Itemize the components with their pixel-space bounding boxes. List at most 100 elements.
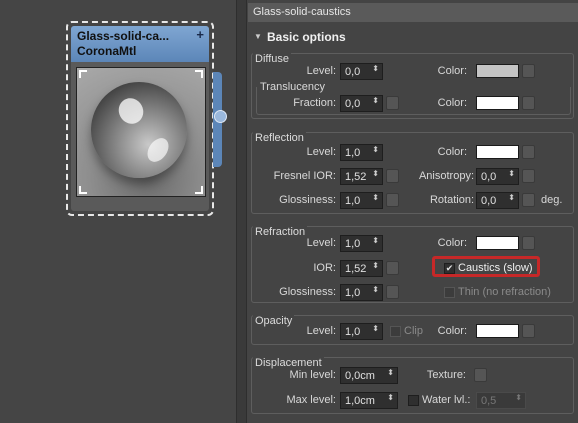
spinner-arrows-icon[interactable]: ⬍ xyxy=(372,325,379,333)
reflection-color-label: Color: xyxy=(437,146,467,158)
spinner-arrows-icon[interactable]: ⬍ xyxy=(372,170,379,178)
diffuse-level-label: Level: xyxy=(306,65,336,77)
max-level-label: Max level: xyxy=(286,394,336,406)
reflection-glossiness-value: 1,0 xyxy=(345,195,361,207)
reflection-level-value: 1,0 xyxy=(345,147,361,159)
water-level-checkbox[interactable] xyxy=(408,395,419,406)
collapse-arrow-icon[interactable]: ▼ xyxy=(254,32,262,41)
rotation-map-button[interactable] xyxy=(522,193,535,207)
spinner-arrows-icon[interactable]: ⬍ xyxy=(372,65,379,73)
refraction-glossiness-label: Glossiness: xyxy=(279,286,336,298)
anisotropy-map-button[interactable] xyxy=(522,169,535,183)
reflection-level-spinner[interactable]: 1,0 ⬍ xyxy=(340,144,383,161)
fresnel-ior-spinner[interactable]: 1,52 ⬍ xyxy=(340,168,383,185)
rotation-spinner[interactable]: 0,0 ⬍ xyxy=(476,192,519,209)
clip-label: Clip xyxy=(404,325,423,337)
refraction-level-value: 1,0 xyxy=(345,238,361,250)
preview-corner-tl xyxy=(79,70,87,78)
water-level-label: Water lvl.: xyxy=(422,394,471,406)
anisotropy-spinner[interactable]: 0,0 ⬍ xyxy=(476,168,519,185)
material-parameters-panel: Glass-solid-caustics ▼ Basic options Dif… xyxy=(248,0,578,423)
diffuse-level-value: 0,0 xyxy=(345,66,361,78)
material-node[interactable]: Glass-solid-ca... CoronaMtl + xyxy=(66,21,214,216)
fraction-spinner[interactable]: 0,0 ⬍ xyxy=(340,95,383,112)
refraction-level-label: Level: xyxy=(306,237,336,249)
sphere-highlight xyxy=(114,93,148,129)
translucency-map-button[interactable] xyxy=(522,96,535,110)
material-node-body[interactable]: Glass-solid-ca... CoronaMtl + xyxy=(71,26,209,211)
water-level-spinner[interactable]: 0,5 ⬍ xyxy=(476,392,526,409)
refraction-level-spinner[interactable]: 1,0 ⬍ xyxy=(340,235,383,252)
spinner-arrows-icon[interactable]: ⬍ xyxy=(515,394,522,402)
preview-corner-tr xyxy=(195,70,203,78)
fraction-map-button[interactable] xyxy=(386,96,399,110)
spinner-arrows-icon[interactable]: ⬍ xyxy=(372,262,379,270)
refraction-glossiness-map-button[interactable] xyxy=(386,285,399,299)
spinner-arrows-icon[interactable]: ⬍ xyxy=(372,194,379,202)
refraction-color-swatch[interactable] xyxy=(476,236,519,250)
fresnel-map-button[interactable] xyxy=(386,169,399,183)
refraction-glossiness-spinner[interactable]: 1,0 ⬍ xyxy=(340,284,383,301)
ior-spinner[interactable]: 1,52 ⬍ xyxy=(340,260,383,277)
refraction-map-button[interactable] xyxy=(522,236,535,250)
diffuse-level-spinner[interactable]: 0,0 ⬍ xyxy=(340,63,383,80)
spinner-arrows-icon[interactable]: ⬍ xyxy=(372,286,379,294)
reflection-color-swatch[interactable] xyxy=(476,145,519,159)
reflection-group: Reflection Level: 1,0 ⬍ Color: Fresnel IO… xyxy=(251,132,574,214)
opacity-color-swatch[interactable] xyxy=(476,324,519,338)
reflection-map-button[interactable] xyxy=(522,145,535,159)
output-connector-dot[interactable] xyxy=(214,110,227,123)
rotation-value: 0,0 xyxy=(481,195,497,207)
displacement-group: Displacement Min level: 0,0cm ⬍ Texture: … xyxy=(251,357,574,414)
diffuse-group: Diffuse Level: 0,0 ⬍ Color: Translucency … xyxy=(251,53,574,119)
panel-splitter[interactable] xyxy=(236,0,247,423)
opacity-group-label: Opacity xyxy=(253,315,295,327)
thin-label: Thin (no refraction) xyxy=(458,286,551,298)
caustics-highlight-box xyxy=(432,256,540,277)
material-name-field[interactable]: Glass-solid-caustics xyxy=(248,3,578,22)
spinner-arrows-icon[interactable]: ⬍ xyxy=(372,237,379,245)
opacity-level-spinner[interactable]: 1,0 ⬍ xyxy=(340,323,383,340)
opacity-group: Opacity Level: 1,0 ⬍ Clip Color: xyxy=(251,315,574,345)
material-preview xyxy=(76,67,206,197)
clip-checkbox[interactable] xyxy=(390,326,401,337)
deg-label: deg. xyxy=(541,194,563,206)
fresnel-ior-label: Fresnel IOR: xyxy=(273,170,336,182)
diffuse-group-label: Diffuse xyxy=(253,53,292,65)
min-level-value: 0,0cm xyxy=(345,370,375,382)
displacement-group-label: Displacement xyxy=(253,357,324,369)
diffuse-color-label: Color: xyxy=(437,65,467,77)
spinner-arrows-icon[interactable]: ⬍ xyxy=(508,170,515,178)
displacement-texture-button[interactable] xyxy=(474,368,487,382)
reflection-glossiness-map-button[interactable] xyxy=(386,193,399,207)
opacity-level-label: Level: xyxy=(306,325,336,337)
diffuse-map-button[interactable] xyxy=(522,64,535,78)
ior-value: 1,52 xyxy=(345,263,367,275)
node-editor-canvas[interactable]: Glass-solid-ca... CoronaMtl + xyxy=(0,0,236,423)
thin-checkbox[interactable] xyxy=(444,287,455,298)
max-level-spinner[interactable]: 1,0cm ⬍ xyxy=(340,392,398,409)
diffuse-color-swatch[interactable] xyxy=(476,64,519,78)
min-level-spinner[interactable]: 0,0cm ⬍ xyxy=(340,367,398,384)
opacity-map-button[interactable] xyxy=(522,324,535,338)
ior-label: IOR: xyxy=(313,262,336,274)
opacity-color-label: Color: xyxy=(437,325,467,337)
water-level-value: 0,5 xyxy=(481,395,497,407)
reflection-level-label: Level: xyxy=(306,146,336,158)
reflection-glossiness-label: Glossiness: xyxy=(279,194,336,206)
anisotropy-label: Anisotropy: xyxy=(418,170,474,182)
material-node-header[interactable]: Glass-solid-ca... CoronaMtl + xyxy=(71,26,209,62)
node-title: Glass-solid-ca... xyxy=(77,29,170,43)
spinner-arrows-icon[interactable]: ⬍ xyxy=(372,97,379,105)
rollout-title[interactable]: Basic options xyxy=(267,30,346,44)
spinner-arrows-icon[interactable]: ⬍ xyxy=(387,369,394,377)
basic-options-rollout[interactable]: ▼ Basic options xyxy=(250,28,576,48)
spinner-arrows-icon[interactable]: ⬍ xyxy=(372,146,379,154)
sphere-highlight xyxy=(143,134,173,166)
spinner-arrows-icon[interactable]: ⬍ xyxy=(508,194,515,202)
spinner-arrows-icon[interactable]: ⬍ xyxy=(387,394,394,402)
translucency-color-swatch[interactable] xyxy=(476,96,519,110)
ior-map-button[interactable] xyxy=(386,261,399,275)
expand-node-icon[interactable]: + xyxy=(196,27,204,42)
reflection-glossiness-spinner[interactable]: 1,0 ⬍ xyxy=(340,192,383,209)
